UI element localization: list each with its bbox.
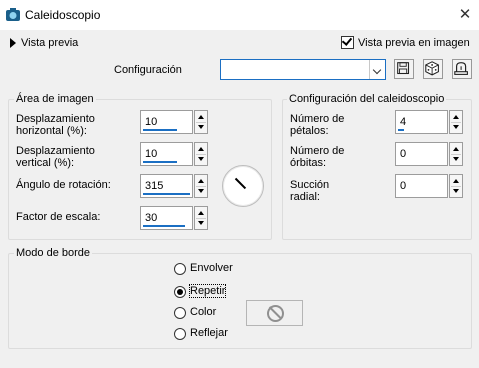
radio-color[interactable]: [174, 307, 186, 319]
arrow-down-icon[interactable]: [453, 189, 459, 193]
radio-repeat-label[interactable]: Repetir: [188, 284, 227, 298]
no-color-icon: [267, 305, 284, 322]
v-offset-spinner[interactable]: 10: [140, 142, 208, 166]
arrow-up-icon[interactable]: [198, 115, 204, 119]
orbits-value[interactable]: 0: [400, 148, 406, 160]
radio-wrap-label[interactable]: Envolver: [190, 262, 233, 274]
radial-suction-stepper[interactable]: [449, 174, 463, 198]
arrow-up-icon[interactable]: [198, 211, 204, 215]
delete-preset-button[interactable]: [452, 59, 472, 79]
scale-stepper[interactable]: [194, 206, 208, 230]
arrow-down-icon[interactable]: [453, 125, 459, 129]
petals-value[interactable]: 4: [400, 116, 406, 128]
border-color-swatch[interactable]: [246, 300, 303, 326]
chevron-down-icon[interactable]: [369, 60, 385, 79]
preview-toggle-label[interactable]: Vista previa: [21, 37, 78, 49]
arrow-up-icon[interactable]: [453, 179, 459, 183]
config-preset-combo[interactable]: [220, 59, 386, 80]
petals-level-bar: [398, 129, 404, 131]
dial-hand-icon: [234, 177, 247, 190]
radio-repeat[interactable]: [174, 286, 186, 298]
orbits-stepper[interactable]: [449, 142, 463, 166]
scale-value[interactable]: 30: [145, 212, 157, 224]
show-preview-checkbox[interactable]: [341, 35, 354, 49]
arrow-down-icon[interactable]: [198, 221, 204, 225]
save-icon: [397, 62, 410, 75]
scale-label: Factor de escala:: [16, 211, 101, 223]
arrow-up-icon[interactable]: [453, 147, 459, 151]
expand-arrow-icon[interactable]: [10, 38, 16, 48]
h-offset-stepper[interactable]: [194, 110, 208, 134]
image-area-legend: Área de imagen: [14, 93, 96, 105]
rotation-level-bar: [143, 193, 190, 195]
radio-wrap[interactable]: [174, 263, 186, 275]
scale-level-bar: [143, 225, 185, 227]
petals-stepper[interactable]: [449, 110, 463, 134]
rotation-label: Ángulo de rotación:: [16, 179, 111, 191]
close-icon[interactable]: ✕: [456, 6, 474, 24]
orbits-spinner[interactable]: 0: [395, 142, 463, 166]
rotation-dial[interactable]: [222, 165, 264, 207]
random-preset-button[interactable]: [423, 59, 443, 79]
kaleido-legend: Configuración del caleidoscopio: [287, 93, 447, 105]
show-preview-label[interactable]: Vista previa en imagen: [358, 37, 470, 49]
save-preset-button[interactable]: [394, 59, 414, 79]
radio-reflect-label[interactable]: Reflejar: [190, 327, 228, 339]
h-offset-spinner[interactable]: 10: [140, 110, 208, 134]
arrow-up-icon[interactable]: [198, 147, 204, 151]
petals-label: Número de pétalos:: [290, 113, 345, 137]
radio-color-label[interactable]: Color: [190, 306, 216, 318]
radial-suction-spinner[interactable]: 0: [395, 174, 463, 198]
h-offset-level-bar: [143, 129, 177, 131]
orbits-label: Número de órbitas:: [290, 145, 345, 169]
config-label: Configuración: [114, 64, 182, 76]
radial-suction-label: Succión radial:: [290, 179, 330, 203]
h-offset-label: Desplazamiento horizontal (%):: [16, 113, 95, 137]
arrow-down-icon[interactable]: [198, 157, 204, 161]
radio-reflect[interactable]: [174, 328, 186, 340]
app-icon: [6, 8, 20, 21]
arrow-down-icon[interactable]: [453, 157, 459, 161]
v-offset-stepper[interactable]: [194, 142, 208, 166]
scale-spinner[interactable]: 30: [140, 206, 208, 230]
arrow-up-icon[interactable]: [453, 115, 459, 119]
arrow-down-icon[interactable]: [198, 125, 204, 129]
radial-suction-value[interactable]: 0: [400, 180, 406, 192]
arrow-up-icon[interactable]: [198, 179, 204, 183]
v-offset-label: Desplazamiento vertical (%):: [16, 145, 95, 169]
v-offset-level-bar: [143, 161, 177, 163]
h-offset-value[interactable]: 10: [145, 116, 157, 128]
border-mode-group: [8, 253, 472, 349]
delete-preset-icon: [454, 62, 468, 75]
v-offset-value[interactable]: 10: [145, 148, 157, 160]
window-title: Caleidoscopio: [25, 8, 101, 22]
arrow-down-icon[interactable]: [198, 189, 204, 193]
border-mode-legend: Modo de borde: [14, 247, 92, 259]
rotation-value[interactable]: 315: [145, 180, 163, 192]
checkmark-icon: [341, 35, 353, 46]
dice-icon: [425, 61, 439, 76]
petals-spinner[interactable]: 4: [395, 110, 463, 134]
rotation-spinner[interactable]: 315: [140, 174, 208, 198]
rotation-stepper[interactable]: [194, 174, 208, 198]
